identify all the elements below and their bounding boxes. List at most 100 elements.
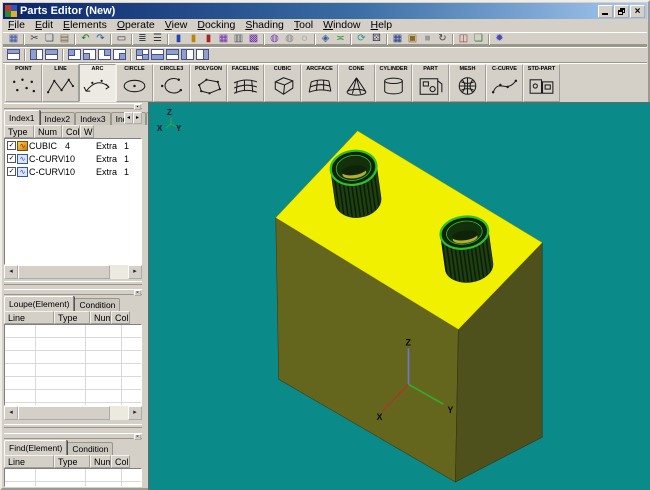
index-horizontal-scrollbar[interactable]: ◂ ▸ [4,265,142,279]
menu-item[interactable]: Help [366,19,398,32]
tool-part-button[interactable]: PART [412,64,449,102]
table-icon[interactable]: ▦ [390,33,405,46]
fill-gray-icon[interactable]: ■ [420,33,435,46]
menu-item[interactable]: Window [318,19,365,32]
tool-faceline-button[interactable]: FACELINE [227,64,264,102]
tab[interactable]: Index2 [40,112,76,125]
toolbar-separator[interactable] [74,34,76,45]
toolbar-separator[interactable] [110,34,112,45]
tool-cone-button[interactable]: CONE [338,64,375,102]
column-header[interactable]: Col [62,125,80,138]
table-row[interactable]: ✓ ∿ C-CURVE 10 Extra 1 [5,165,141,178]
chart-icon[interactable]: ◫ [456,33,471,46]
find-table[interactable] [4,468,142,487]
tool-cylinder-button[interactable]: CYLINDER [375,64,412,102]
row-checkbox[interactable]: ✓ [7,141,16,150]
copy-icon[interactable]: ❏ [42,33,57,46]
menu-item[interactable]: Edit [30,19,58,32]
column-header[interactable]: Num [90,311,111,324]
tool-arcface-button[interactable]: ARCFACE [301,64,338,102]
db-gold-icon[interactable]: ▮ [186,33,201,46]
layout-main-top-icon[interactable] [166,49,179,60]
layout-main-bottom-icon[interactable] [151,49,164,60]
tab[interactable]: Condition [67,442,113,455]
3d-canvas[interactable]: Z X Y [149,103,650,490]
menu-item[interactable]: View [160,19,193,32]
tool-cubic-button[interactable]: CUBIC [264,64,301,102]
image-icon[interactable]: ▣ [405,33,420,46]
toolbar-separator[interactable] [314,34,316,45]
tab[interactable]: Index3 [75,112,111,125]
toolbar-separator[interactable] [24,49,26,61]
shield-icon[interactable]: ◈ [318,33,333,46]
scroll-thumb[interactable] [18,406,110,420]
loupe-horizontal-scrollbar[interactable]: ◂ ▸ [4,406,142,420]
paste-icon[interactable]: ▤ [57,33,72,46]
scroll-left-icon[interactable]: ◂ [4,406,18,420]
layout-single-icon[interactable] [7,49,20,60]
tab-scroll-left-icon[interactable]: ◂ [124,112,133,124]
column-header[interactable]: Col [111,311,130,324]
close-button[interactable]: × [630,5,645,18]
menu-item[interactable]: File [3,19,30,32]
tool-arc-button[interactable]: ARC [79,64,116,102]
db-blue-icon[interactable]: ▮ [171,33,186,46]
save-icon[interactable]: ▦ [6,33,21,46]
scroll-right-icon[interactable]: ▸ [128,265,142,279]
column-header[interactable]: Line [4,311,54,324]
column-header[interactable]: W [80,125,94,138]
menu-item[interactable]: Elements [58,19,112,32]
dock-splitter[interactable] [4,424,142,428]
toolbar-separator[interactable] [452,34,454,45]
recycle-icon[interactable]: ⟳ [354,33,369,46]
undo-icon[interactable]: ↶ [78,33,93,46]
layout-bottom-left-icon[interactable] [83,49,96,60]
tab[interactable]: Find(Element) [4,440,67,455]
toolbar-separator[interactable] [62,49,64,61]
layout-vsplit-icon[interactable] [30,49,43,60]
row-checkbox[interactable]: ✓ [7,167,16,176]
column-header[interactable]: Num [34,125,62,138]
column-header[interactable]: Type [54,455,90,468]
table-row[interactable]: ✓ ∿ C-CURVE 10 Extra 1 [5,152,141,165]
column-header[interactable]: Type [4,125,34,138]
tab[interactable]: Condition [74,298,120,311]
tool-std-part-button[interactable]: STD-PART [523,64,560,102]
toolbar-separator[interactable] [167,34,169,45]
delete-grid-icon[interactable]: ▩ [246,33,261,46]
title-bar[interactable]: Parts Editor (New) × [3,3,647,19]
tab-scroll-right-icon[interactable]: ▸ [133,112,142,124]
toolbar-separator[interactable] [488,34,490,45]
layout-bottom-right-icon[interactable] [113,49,126,60]
layout-hsplit-icon[interactable] [45,49,58,60]
layers-icon[interactable]: ❏ [471,33,486,46]
scroll-left-icon[interactable]: ◂ [4,265,18,279]
tab[interactable]: Index1 [4,110,40,125]
tool-circle3-button[interactable]: CIRCLE3 [153,64,190,102]
menu-item[interactable]: Tool [289,19,318,32]
column-header[interactable]: Line [4,455,54,468]
toolbar-separator[interactable] [350,34,352,45]
tool-circle-button[interactable]: CIRCLE [116,64,153,102]
hierarchy-icon[interactable]: ≣ [135,33,150,46]
layout-main-right-icon[interactable] [196,49,209,60]
tool-c-curve-button[interactable]: C-CURVE [486,64,523,102]
layout-top-left-icon[interactable] [68,49,81,60]
cabinet-icon[interactable]: ▥ [231,33,246,46]
dock-splitter[interactable] [4,281,142,285]
menu-item[interactable]: Docking [192,19,240,32]
scroll-track[interactable] [110,406,128,420]
sphere-gray-icon[interactable]: ◍ [282,33,297,46]
loupe-table[interactable] [4,324,142,406]
menu-item[interactable]: Shading [240,19,289,32]
dice-icon[interactable]: ⚄ [369,33,384,46]
grid-purple-icon[interactable]: ▦ [216,33,231,46]
toolbar-separator[interactable] [263,34,265,45]
toolbar-separator[interactable] [131,34,133,45]
menu-item[interactable]: Operate [112,19,160,32]
layout-top-right-icon[interactable] [98,49,111,60]
scroll-thumb[interactable] [18,265,110,279]
row-checkbox[interactable]: ✓ [7,154,16,163]
orbit-icon[interactable]: ↻ [435,33,450,46]
table-row[interactable]: ✓ ∿ CUBIC 4 Extra 1 [5,139,141,152]
